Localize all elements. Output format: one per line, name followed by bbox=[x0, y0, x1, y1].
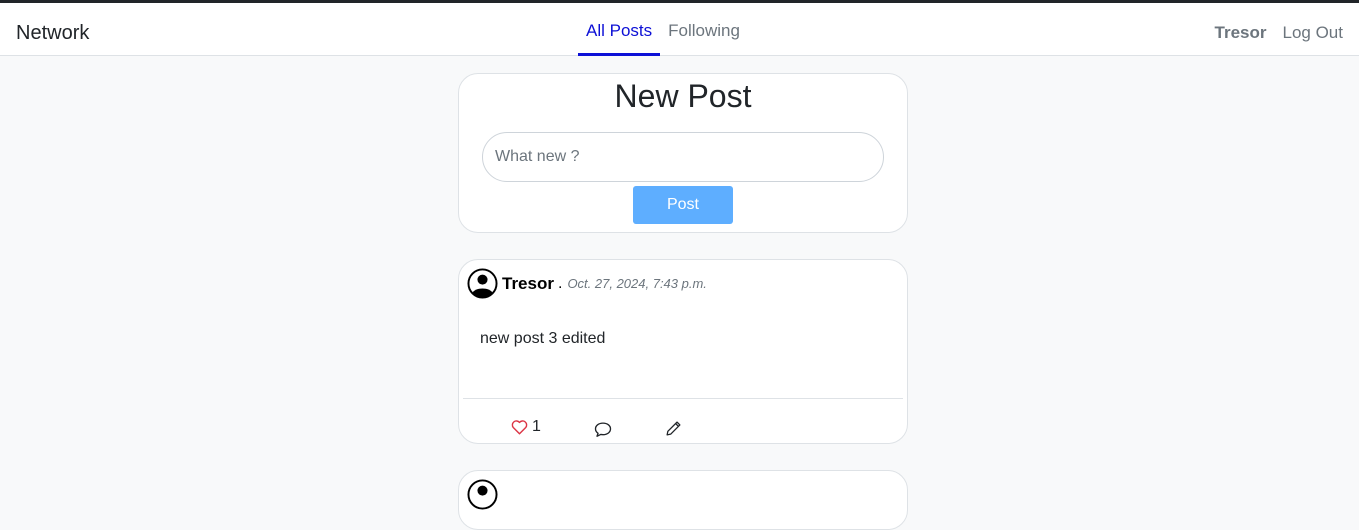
nav-tabs: All Posts Following bbox=[578, 3, 748, 56]
post-card: Tresor . Oct. 27, 2024, 7:43 p.m. new po… bbox=[458, 259, 908, 444]
post-card bbox=[458, 470, 908, 530]
pencil-icon bbox=[666, 421, 681, 436]
post-button[interactable]: Post bbox=[633, 186, 733, 224]
heart-icon bbox=[511, 420, 528, 435]
author-separator: . bbox=[557, 274, 563, 292]
post-divider bbox=[463, 398, 903, 399]
post-header: Tresor . Oct. 27, 2024, 7:43 p.m. bbox=[467, 268, 707, 299]
like-count: 1 bbox=[532, 418, 541, 435]
user-circle-icon bbox=[467, 479, 498, 510]
tab-following[interactable]: Following bbox=[660, 3, 748, 56]
edit-button[interactable] bbox=[665, 420, 682, 437]
logout-link[interactable]: Log Out bbox=[1283, 23, 1344, 43]
brand-logo[interactable]: Network bbox=[16, 22, 89, 45]
tab-all-posts[interactable]: All Posts bbox=[578, 3, 661, 56]
comment-button[interactable] bbox=[594, 421, 612, 438]
like-button[interactable]: 1 bbox=[511, 418, 541, 436]
navbar: Network All Posts Following Tresor Log O… bbox=[0, 3, 1359, 56]
user-area: Tresor Log Out bbox=[1215, 23, 1343, 43]
new-post-card: New Post Post bbox=[458, 73, 908, 233]
post-author[interactable]: Tresor bbox=[502, 274, 554, 294]
post-content: new post 3 edited bbox=[480, 330, 606, 347]
post-timestamp: Oct. 27, 2024, 7:43 p.m. bbox=[567, 276, 707, 291]
post-actions: 1 bbox=[459, 418, 907, 440]
user-circle-icon bbox=[467, 268, 498, 299]
new-post-input[interactable] bbox=[482, 132, 884, 182]
comment-icon bbox=[594, 422, 612, 437]
new-post-title: New Post bbox=[614, 78, 752, 114]
current-user-link[interactable]: Tresor bbox=[1215, 23, 1267, 43]
